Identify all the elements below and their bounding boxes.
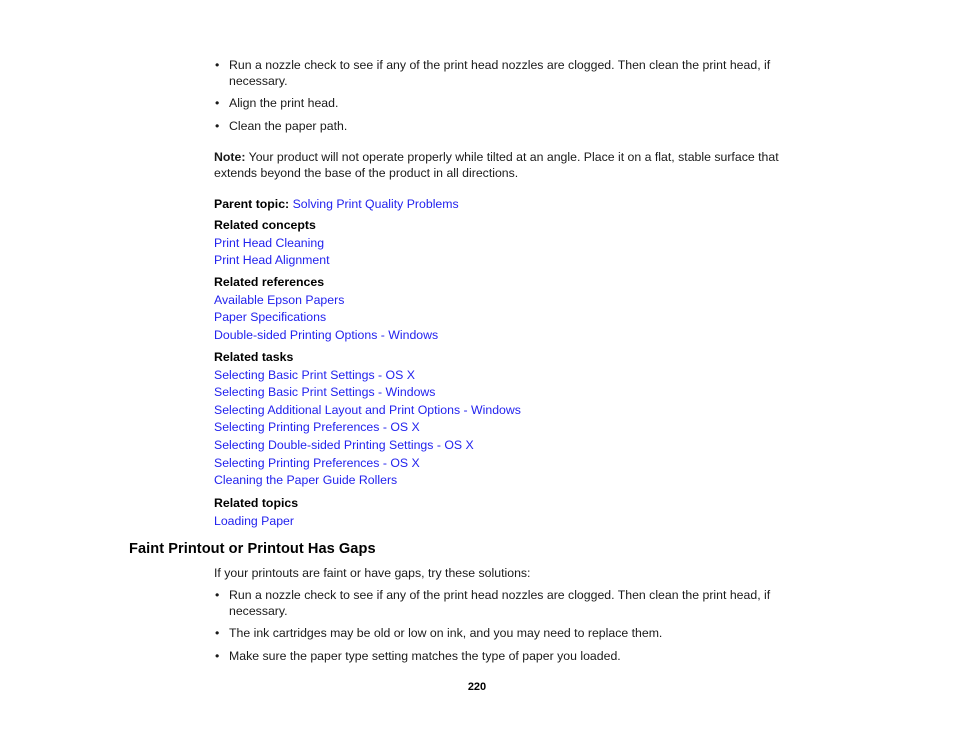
list-item: Selecting Basic Print Settings - OS X [214,367,818,385]
list-item-text: The ink cartridges may be old or low on … [229,626,663,640]
bullet-dot-icon: • [215,118,220,133]
parent-topic: Parent topic: Solving Print Quality Prob… [214,196,818,212]
doc-link[interactable]: Double-sided Printing Options - Windows [214,328,438,342]
doc-link[interactable]: Selecting Double-sided Printing Settings… [214,438,474,452]
list-item: Selecting Printing Preferences - OS X [214,419,818,437]
page-number: 220 [467,681,487,693]
doc-link[interactable]: Selecting Basic Print Settings - OS X [214,368,415,382]
list-item: Available Epson Papers [214,292,818,310]
doc-link[interactable]: Selecting Printing Preferences - OS X [214,420,420,434]
list-item: • The ink cartridges may be old or low o… [214,626,818,642]
bullet-dot-icon: • [215,96,220,110]
list-item-text: Clean the paper path. [229,118,348,133]
doc-link[interactable]: Selecting Additional Layout and Print Op… [214,403,521,417]
list-item-text: Run a nozzle check to see if any of the … [229,58,771,88]
doc-link[interactable]: Available Epson Papers [214,293,344,307]
parent-topic-label: Parent topic: [214,197,290,211]
list-item-text: Align the print head. [229,96,339,110]
doc-link[interactable]: Loading Paper [214,514,294,528]
list-item: Selecting Basic Print Settings - Windows [214,384,818,402]
bullet-dot-icon: • [215,648,220,663]
list-item-text: Run a nozzle check to see if any of the … [229,588,771,618]
doc-link[interactable]: Paper Specifications [214,310,326,324]
bullet-dot-icon: • [215,58,220,72]
related-concepts-links: Print Head Cleaning Print Head Alignment [214,235,818,270]
doc-link[interactable]: Print Head Cleaning [214,236,324,250]
list-item: Selecting Additional Layout and Print Op… [214,402,818,420]
bullet-list: • Run a nozzle check to see if any of th… [214,58,818,134]
list-item: Loading Paper [214,513,818,531]
list-item: Selecting Double-sided Printing Settings… [214,437,818,455]
document-page: • Run a nozzle check to see if any of th… [0,0,954,738]
related-tasks-heading: Related tasks [214,350,294,364]
bullet-list: • Run a nozzle check to see if any of th… [214,588,818,664]
list-item: Selecting Printing Preferences - OS X [214,455,818,473]
related-references-group: Related references Available Epson Paper… [214,274,818,344]
note-paragraph: Note: Your product will not operate prop… [214,150,820,181]
related-references-links: Available Epson Papers Paper Specificati… [214,292,818,345]
note-text: Your product will not operate properly w… [214,150,779,180]
related-topics-links: Loading Paper [214,513,818,531]
page-title: Faint Printout or Printout Has Gaps [129,541,376,557]
top-solutions-list: • Run a nozzle check to see if any of th… [214,58,818,134]
list-item: • Run a nozzle check to see if any of th… [214,58,818,89]
list-item: Double-sided Printing Options - Windows [214,327,818,345]
note-label: Note: [214,150,246,164]
related-topics-group: Related topics Loading Paper [214,495,818,530]
list-item: • Clean the paper path. [214,119,818,135]
list-item: Print Head Alignment [214,252,818,270]
related-references-heading: Related references [214,275,325,289]
bullet-dot-icon: • [215,588,220,602]
doc-link[interactable]: Print Head Alignment [214,253,330,267]
section-intro: If your printouts are faint or have gaps… [214,566,531,580]
related-concepts-group: Related concepts Print Head Cleaning Pri… [214,217,818,270]
doc-link[interactable]: Selecting Printing Preferences - OS X [214,456,420,470]
faint-solutions-list: • Run a nozzle check to see if any of th… [214,588,818,664]
related-tasks-group: Related tasks Selecting Basic Print Sett… [214,349,818,490]
list-item: • Run a nozzle check to see if any of th… [214,588,818,619]
list-item: • Make sure the paper type setting match… [214,649,818,665]
doc-link[interactable]: Selecting Basic Print Settings - Windows [214,385,435,399]
list-item: • Align the print head. [214,96,818,112]
related-concepts-heading: Related concepts [214,218,316,232]
doc-link[interactable]: Cleaning the Paper Guide Rollers [214,473,397,487]
related-tasks-links: Selecting Basic Print Settings - OS X Se… [214,367,818,490]
bullet-dot-icon: • [215,626,220,640]
related-topics-heading: Related topics [214,496,299,510]
list-item: Print Head Cleaning [214,235,818,253]
list-item: Paper Specifications [214,309,818,327]
parent-topic-link[interactable]: Solving Print Quality Problems [293,197,459,211]
list-item-text: Make sure the paper type setting matches… [229,648,621,663]
list-item: Cleaning the Paper Guide Rollers [214,472,818,490]
